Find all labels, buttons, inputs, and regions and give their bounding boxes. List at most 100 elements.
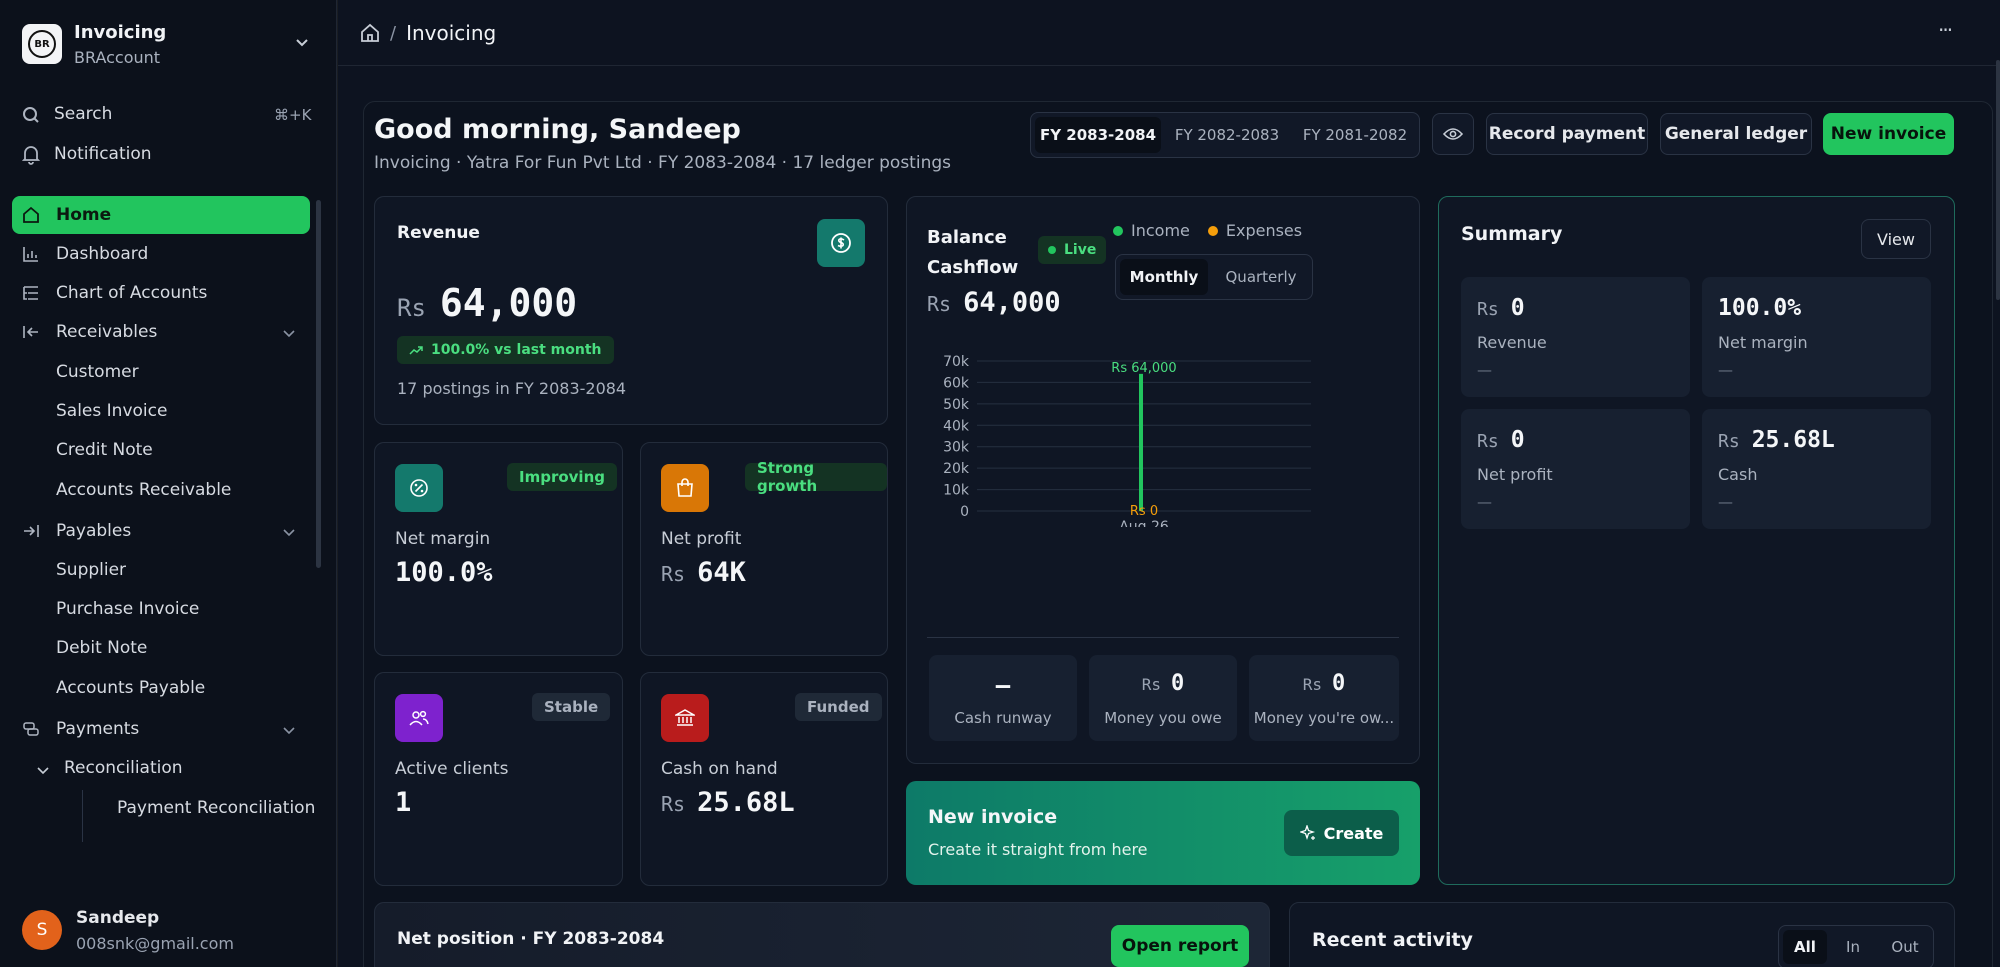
sidebar-item-label: Home — [56, 205, 112, 225]
recent-activity-card: Recent activity All In Out — [1289, 902, 1955, 967]
active-clients-card: Stable Active clients 1 — [374, 672, 623, 886]
trending-up-icon — [409, 345, 423, 355]
create-button[interactable]: Create — [1284, 810, 1399, 856]
active-clients-value: 1 — [395, 787, 412, 818]
sidebar-scrollbar[interactable] — [316, 200, 321, 568]
new-invoice-cta: New invoice Create it straight from here… — [906, 781, 1420, 885]
sidebar-item-sales-invoice[interactable]: Sales Invoice — [56, 401, 167, 421]
open-report-button[interactable]: Open report — [1111, 925, 1249, 967]
cash-on-hand-card: Funded Cash on hand Rs 25.68L — [640, 672, 888, 886]
main-scrollbar[interactable] — [1996, 60, 2000, 300]
sidebar-item-purchase-invoice[interactable]: Purchase Invoice — [56, 599, 199, 619]
chart-divider — [927, 637, 1399, 638]
cashflow-card: Balance Cashflow Live Income Expenses Mo… — [906, 196, 1420, 764]
net-profit-value-row: Rs 64K — [661, 557, 746, 588]
revenue-currency: Rs — [397, 294, 426, 322]
sidebar-item-chart-of-accounts[interactable]: Chart of Accounts — [12, 274, 310, 312]
legend-expenses: Expenses — [1225, 221, 1303, 240]
sidebar-item-credit-note[interactable]: Credit Note — [56, 440, 153, 460]
sidebar-item-supplier[interactable]: Supplier — [56, 560, 126, 580]
summary-tile-revenue: Rs 0 Revenue — — [1461, 277, 1690, 397]
summary-view-button[interactable]: View — [1861, 219, 1931, 259]
sidebar-item-dashboard[interactable]: Dashboard — [12, 235, 310, 273]
filter-out[interactable]: Out — [1879, 930, 1931, 964]
money-youre-owed-stat: Rs 0 Money you're ow... — [1249, 655, 1399, 741]
workspace-account: BRAccount — [74, 48, 161, 67]
sidebar-item-label: Payments — [56, 719, 140, 739]
chevron-down-icon — [36, 762, 50, 781]
tab-fy-2081-2082[interactable]: FY 2081-2082 — [1293, 117, 1417, 153]
sidebar-item-accounts-payable[interactable]: Accounts Payable — [56, 678, 205, 698]
net-profit-value: 64K — [697, 557, 746, 588]
summary-cash-sub: — — [1718, 493, 1733, 511]
money-you-owe-label: Money you owe — [1104, 709, 1222, 727]
notification-item[interactable]: Notification — [21, 144, 314, 169]
sidebar-item-home[interactable]: Home — [12, 196, 310, 234]
cash-runway-stat: – Cash runway — [929, 655, 1077, 741]
filter-all[interactable]: All — [1783, 930, 1827, 964]
search-shortcut: ⌘+K — [274, 106, 312, 124]
sidebar-item-reconciliation[interactable]: Reconciliation — [36, 758, 306, 782]
summary-revenue-label: Revenue — [1477, 333, 1547, 352]
summary-revenue-value-row: Rs 0 — [1477, 295, 1525, 321]
tab-quarterly[interactable]: Quarterly — [1212, 259, 1310, 295]
home-icon[interactable] — [360, 23, 380, 43]
search-item[interactable]: Search ⌘+K — [22, 104, 314, 128]
activity-filter: All In Out — [1778, 925, 1934, 967]
revenue-value: 64,000 — [439, 281, 578, 325]
sidebar-item-debit-note[interactable]: Debit Note — [56, 638, 147, 658]
tab-fy-2082-2083[interactable]: FY 2082-2083 — [1165, 117, 1289, 153]
summary-net-profit-sub: — — [1477, 493, 1492, 511]
list-tree-icon — [22, 284, 44, 302]
tab-fy-2083-2084[interactable]: FY 2083-2084 — [1035, 117, 1161, 153]
bar-chart-icon — [22, 245, 44, 263]
y-tick-label: 0 — [960, 504, 969, 520]
cash-on-hand-label: Cash on hand — [661, 759, 778, 779]
net-profit-currency: Rs — [661, 562, 686, 586]
filter-in[interactable]: In — [1831, 930, 1875, 964]
revenue-trend-badge: 100.0% vs last month — [397, 336, 614, 364]
breadcrumb: / Invoicing — [360, 20, 496, 46]
cta-title: New invoice — [928, 806, 1058, 828]
visibility-toggle-button[interactable] — [1432, 113, 1474, 155]
breadcrumb-separator: / — [390, 22, 397, 44]
sidebar-item-receivables[interactable]: Receivables — [12, 313, 310, 351]
cash-runway-label: Cash runway — [954, 709, 1052, 727]
summary-net-profit-value-row: Rs 0 — [1477, 427, 1525, 453]
net-margin-card: Improving Net margin 100.0% — [374, 442, 623, 656]
sidebar-item-payables[interactable]: Payables — [12, 512, 310, 550]
eye-icon — [1443, 127, 1463, 141]
net-profit-card: Strong growth Net profit Rs 64K — [640, 442, 888, 656]
revenue-title: Revenue — [397, 223, 480, 243]
y-tick-label: 50k — [943, 397, 970, 413]
user-profile[interactable]: S Sandeep 008snk@gmail.com — [22, 906, 322, 956]
summary-net-profit-label: Net profit — [1477, 465, 1553, 484]
sidebar-item-payment-reconciliation[interactable]: Payment Reconciliation — [117, 798, 315, 818]
sidebar-item-payments[interactable]: Payments — [12, 710, 310, 748]
cta-subtitle: Create it straight from here — [928, 840, 1148, 859]
users-icon — [395, 694, 443, 742]
bell-icon — [21, 145, 41, 169]
general-ledger-button[interactable]: General ledger — [1660, 113, 1812, 155]
bank-icon — [661, 694, 709, 742]
shopping-bag-icon — [661, 464, 709, 512]
summary-tile-net-profit: Rs 0 Net profit — — [1461, 409, 1690, 529]
tab-monthly[interactable]: Monthly — [1120, 259, 1208, 295]
live-badge: Live — [1038, 236, 1107, 264]
record-payment-button[interactable]: Record payment — [1486, 113, 1648, 155]
percent-icon — [395, 464, 443, 512]
more-options-icon[interactable]: ··· — [1938, 18, 1953, 42]
data-label-income: Rs 64,000 — [1111, 361, 1176, 376]
sidebar-item-accounts-receivable[interactable]: Accounts Receivable — [56, 480, 231, 500]
avatar: S — [22, 910, 62, 950]
cashflow-currency: Rs — [927, 292, 952, 316]
workspace-name: Invoicing — [74, 22, 167, 43]
fy-tabs: FY 2083-2084 FY 2082-2083 FY 2081-2082 — [1030, 112, 1420, 158]
new-invoice-button[interactable]: New invoice — [1823, 113, 1954, 155]
workspace-switcher[interactable]: BR Invoicing BRAccount — [22, 22, 322, 70]
recent-activity-title: Recent activity — [1312, 929, 1473, 951]
legend-income-dot — [1113, 225, 1123, 236]
cashflow-title: Balance Cashflow — [927, 227, 1019, 278]
sidebar-item-customer[interactable]: Customer — [56, 362, 139, 382]
summary-net-margin-label: Net margin — [1718, 333, 1808, 352]
